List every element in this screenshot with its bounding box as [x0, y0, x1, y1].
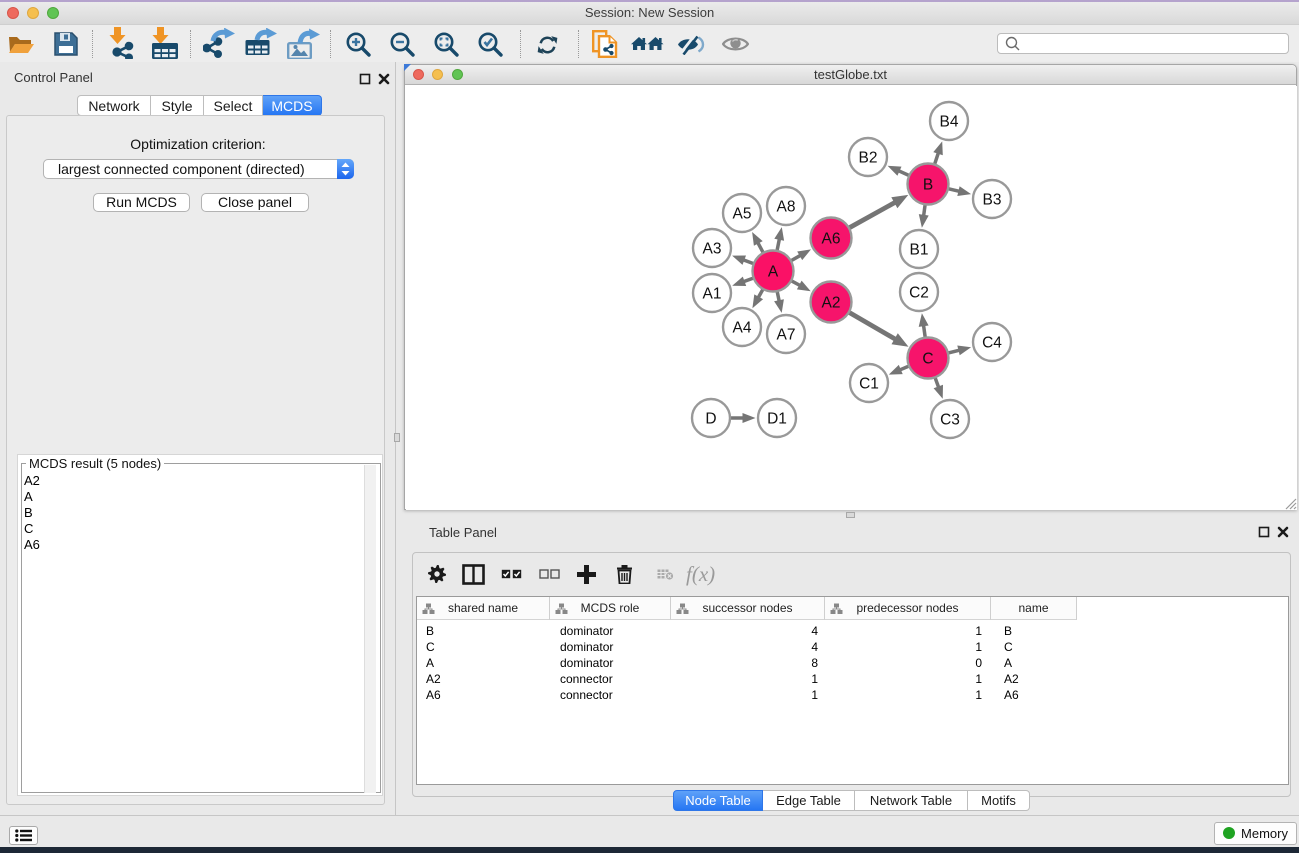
svg-text:B2: B2 [859, 150, 878, 167]
svg-text:C1: C1 [859, 376, 879, 393]
svg-text:A: A [768, 264, 779, 281]
svg-text:A6: A6 [822, 231, 841, 248]
svg-text:A5: A5 [733, 206, 752, 223]
svg-text:A3: A3 [703, 241, 722, 258]
svg-text:B: B [923, 177, 933, 194]
svg-text:A4: A4 [733, 320, 752, 337]
svg-text:B1: B1 [910, 242, 929, 259]
svg-text:C: C [922, 351, 933, 368]
svg-text:C3: C3 [940, 412, 960, 429]
svg-text:B3: B3 [983, 192, 1002, 209]
svg-text:C2: C2 [909, 285, 929, 302]
svg-text:A1: A1 [703, 286, 722, 303]
svg-text:A7: A7 [777, 327, 796, 344]
svg-text:C4: C4 [982, 335, 1002, 352]
svg-text:A2: A2 [822, 295, 841, 312]
svg-text:B4: B4 [940, 114, 959, 131]
svg-text:D: D [705, 411, 716, 428]
svg-text:D1: D1 [767, 411, 787, 428]
svg-text:A8: A8 [777, 199, 796, 216]
